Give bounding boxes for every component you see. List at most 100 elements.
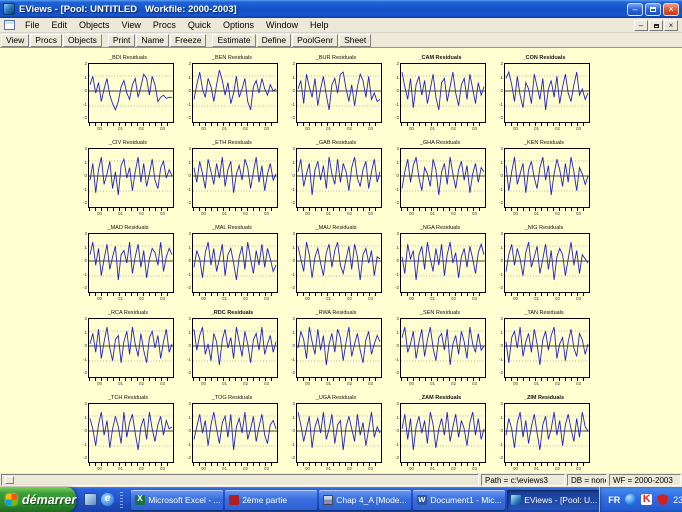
command-capture-box <box>5 476 14 484</box>
internet-explorer-icon[interactable]: e <box>101 493 114 506</box>
pool-window-icon[interactable] <box>4 20 15 30</box>
chart-x-axis-labels: 00010203 <box>192 381 278 386</box>
antivirus-shield-icon[interactable] <box>657 494 668 505</box>
child-minimize-button[interactable]: – <box>634 20 648 31</box>
taskbar-task-button[interactable]: Document1 - Mic... <box>413 490 505 510</box>
child-close-button[interactable]: × <box>664 20 678 31</box>
chart-y-tick-label: 2 <box>180 62 191 66</box>
show-desktop-icon[interactable] <box>84 493 97 506</box>
menu-quick[interactable]: Quick <box>182 19 217 31</box>
toolbar-name-button[interactable]: Name <box>136 34 169 47</box>
taskbar-task-button[interactable]: EViews - [Pool: U... <box>507 490 599 510</box>
chart-title: _NGA Residuals <box>388 225 492 231</box>
residual-chart-panel: _NGA Residuals210-1-200010203 <box>400 233 486 301</box>
chart-y-tick-label: 1 <box>492 76 503 80</box>
toolbar-sheet-button[interactable]: Sheet <box>339 34 371 47</box>
chart-title: _UGA Residuals <box>284 395 388 401</box>
menu-options[interactable]: Options <box>217 19 260 31</box>
kaspersky-icon[interactable]: K <box>641 494 652 505</box>
chart-x-tick-label: 02 <box>451 211 456 216</box>
menu-help[interactable]: Help <box>304 19 335 31</box>
menu-file[interactable]: File <box>19 19 46 31</box>
chart-title: _RWA Residuals <box>284 310 388 316</box>
chart-x-tick-label: 01 <box>534 381 539 386</box>
chart-x-tick-label: 01 <box>534 211 539 216</box>
toolbar-define-button[interactable]: Define <box>257 34 292 47</box>
residual-chart-panel: _NIG Residuals210-1-200010203 <box>504 233 590 301</box>
chart-y-tick-label: 1 <box>76 246 87 250</box>
chart-x-tick-label: 02 <box>555 126 560 131</box>
chart-y-tick-label: 0 <box>284 174 295 178</box>
minimize-button[interactable]: – <box>627 3 643 16</box>
chart-y-tick-label: -1 <box>284 103 295 107</box>
start-button[interactable]: démarrer <box>0 487 76 512</box>
chart-y-tick-label: -2 <box>388 456 399 460</box>
chart-y-tick-label: -2 <box>76 456 87 460</box>
chart-x-tick-label: 03 <box>264 466 269 471</box>
chart-title: _MAL Residuals <box>180 225 284 231</box>
menu-edit[interactable]: Edit <box>46 19 74 31</box>
chart-plot-area <box>88 403 174 463</box>
chart-plot-area <box>400 63 486 123</box>
close-button[interactable]: × <box>663 3 679 16</box>
chart-y-tick-label: 0 <box>180 259 191 263</box>
chart-plot-area <box>192 148 278 208</box>
child-restore-button[interactable] <box>649 20 663 31</box>
menu-view[interactable]: View <box>116 19 147 31</box>
chart-y-tick-label: 1 <box>76 331 87 335</box>
task-label: Document1 - Mic... <box>430 495 501 505</box>
chart-x-tick-label: 00 <box>409 211 414 216</box>
child-restore-icon <box>654 24 659 28</box>
chart-x-tick-label: 01 <box>222 381 227 386</box>
toolbar-freeze-button[interactable]: Freeze <box>170 34 206 47</box>
language-indicator[interactable]: FR <box>608 495 620 505</box>
menu-window[interactable]: Window <box>260 19 304 31</box>
toolbar-procs-button[interactable]: Procs <box>30 34 62 47</box>
chart-plot-area <box>192 318 278 378</box>
chart-x-tick-label: 00 <box>305 126 310 131</box>
chart-x-tick-label: 03 <box>264 296 269 301</box>
residual-chart-panel: _TCH Residuals210-1-200010203 <box>88 403 174 471</box>
chart-y-tick-label: 0 <box>492 174 503 178</box>
residual-chart-panel: _KEN Residuals210-1-200010203 <box>504 148 590 216</box>
chart-x-tick-label: 01 <box>118 126 123 131</box>
tray-globe-icon[interactable] <box>625 494 636 505</box>
chart-x-tick-label: 03 <box>368 296 373 301</box>
toolbar-view-button[interactable]: View <box>1 34 29 47</box>
chart-x-tick-label: 01 <box>326 466 331 471</box>
taskbar-task-button[interactable]: Microsoft Excel - ... <box>131 490 223 510</box>
toolbar-print-button[interactable]: Print <box>108 34 135 47</box>
chart-y-tick-label: 1 <box>284 416 295 420</box>
chart-x-tick-label: 02 <box>347 466 352 471</box>
chart-y-tick-label: 1 <box>76 76 87 80</box>
chart-y-tick-label: 1 <box>388 76 399 80</box>
toolbar-poolgenr-button[interactable]: PoolGenr <box>292 34 338 47</box>
chart-x-tick-label: 00 <box>97 296 102 301</box>
residual-series-line <box>194 157 276 193</box>
chart-y-tick-label: 1 <box>284 331 295 335</box>
residual-chart-panel: _CIV Residuals210-1-200010203 <box>88 148 174 216</box>
windows-logo-icon <box>6 494 17 505</box>
chart-y-tick-label: 1 <box>388 331 399 335</box>
chart-y-tick-label: -2 <box>492 201 503 205</box>
chart-title: _BDI Residuals <box>76 55 180 61</box>
residual-chart-panel: _CON Residuals210-1-200010203 <box>504 63 590 131</box>
residual-chart-panel: _ETH Residuals210-1-200010203 <box>192 148 278 216</box>
toolbar-estimate-button[interactable]: Estimate <box>212 34 255 47</box>
command-field[interactable] <box>1 474 479 486</box>
chart-x-axis-labels: 00010203 <box>192 296 278 301</box>
menu-procs[interactable]: Procs <box>147 19 182 31</box>
chart-x-tick-label: 00 <box>409 296 414 301</box>
menu-objects[interactable]: Objects <box>73 19 116 31</box>
chart-plot-area <box>88 233 174 293</box>
chart-y-tick-label: -2 <box>388 116 399 120</box>
chart-y-tick-label: 2 <box>180 317 191 321</box>
taskbar-task-button[interactable]: 2ème partie <box>225 490 317 510</box>
chart-y-tick-label: -1 <box>180 443 191 447</box>
taskbar-task-button[interactable]: Chap 4_A [Mode... <box>319 490 411 510</box>
chart-plot-area <box>88 318 174 378</box>
chart-y-tick-label: -2 <box>76 116 87 120</box>
chart-x-tick-label: 00 <box>97 466 102 471</box>
toolbar-objects-button[interactable]: Objects <box>63 34 102 47</box>
restore-button[interactable] <box>645 3 661 16</box>
